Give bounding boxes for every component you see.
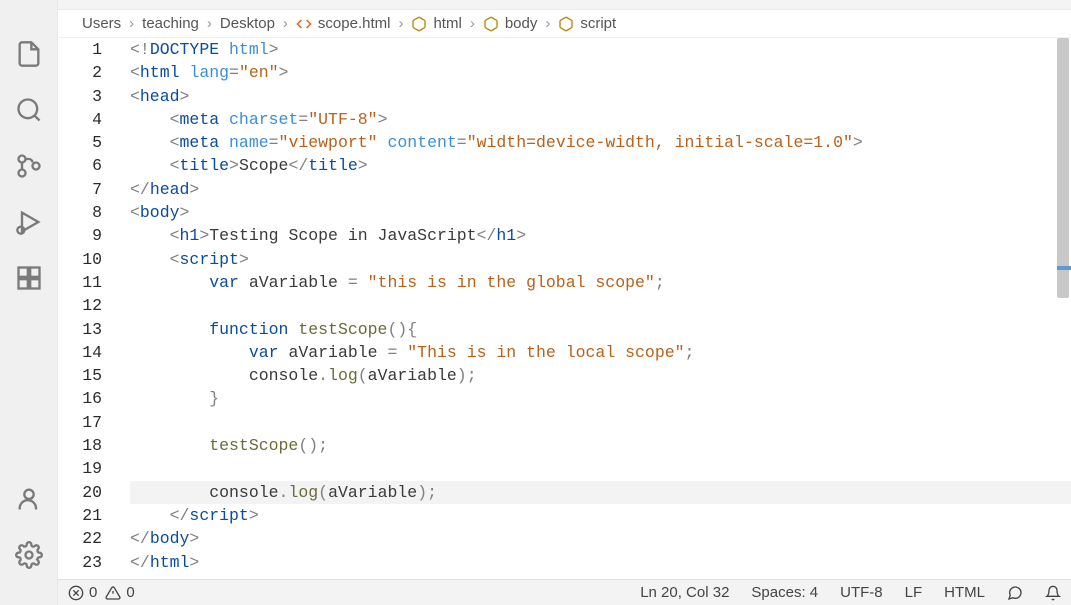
breadcrumb-separator: › <box>129 15 134 32</box>
source-control-icon[interactable] <box>15 152 43 180</box>
code-editor[interactable]: 1234567891011121314151617181920212223 <!… <box>58 38 1071 579</box>
breadcrumb-separator: › <box>283 15 288 32</box>
line-number: 14 <box>58 341 102 364</box>
settings-gear-icon[interactable] <box>15 541 43 569</box>
line-number: 1 <box>58 38 102 61</box>
bell-icon[interactable] <box>1045 585 1061 601</box>
errors-count: 0 <box>89 584 97 601</box>
code-line[interactable]: var aVariable = "this is in the global s… <box>130 271 1071 294</box>
line-number: 23 <box>58 551 102 574</box>
accounts-icon[interactable] <box>15 485 43 513</box>
line-number: 7 <box>58 178 102 201</box>
status-warnings[interactable]: 0 <box>105 584 134 601</box>
code-line[interactable]: </body> <box>130 527 1071 550</box>
line-number: 16 <box>58 387 102 410</box>
breadcrumb-separator: › <box>398 15 403 32</box>
code-line[interactable]: <title>Scope</title> <box>130 154 1071 177</box>
breadcrumb-item[interactable]: script <box>558 15 616 32</box>
breadcrumb-item[interactable]: Users <box>82 15 121 32</box>
status-errors[interactable]: 0 <box>68 584 97 601</box>
line-gutter: 1234567891011121314151617181920212223 <box>58 38 130 579</box>
code-line[interactable]: testScope(); <box>130 434 1071 457</box>
line-number: 19 <box>58 457 102 480</box>
breadcrumb-label: script <box>580 15 616 32</box>
status-language[interactable]: HTML <box>944 584 985 601</box>
line-number: 18 <box>58 434 102 457</box>
code-content[interactable]: <!DOCTYPE html><html lang="en"><head> <m… <box>130 38 1071 579</box>
line-number: 9 <box>58 224 102 247</box>
search-icon[interactable] <box>15 96 43 124</box>
line-number: 10 <box>58 248 102 271</box>
status-cursor[interactable]: Ln 20, Col 32 <box>640 584 729 601</box>
line-number: 15 <box>58 364 102 387</box>
extensions-icon[interactable] <box>15 264 43 292</box>
code-line[interactable] <box>130 411 1071 434</box>
vertical-scrollbar[interactable] <box>1057 38 1071 579</box>
status-eol[interactable]: LF <box>905 584 923 601</box>
breadcrumb-label: body <box>505 15 538 32</box>
run-debug-icon[interactable] <box>15 208 43 236</box>
breadcrumb-label: teaching <box>142 15 199 32</box>
breadcrumb-label: Users <box>82 15 121 32</box>
line-number: 11 <box>58 271 102 294</box>
activity-bar <box>0 0 58 605</box>
line-number: 17 <box>58 411 102 434</box>
breadcrumb-item[interactable]: html <box>411 15 461 32</box>
feedback-icon[interactable] <box>1007 585 1023 601</box>
breadcrumb-separator: › <box>470 15 475 32</box>
breadcrumb-item[interactable]: scope.html <box>296 15 391 32</box>
scrollbar-mark <box>1057 266 1071 270</box>
breadcrumb-label: html <box>433 15 461 32</box>
line-number: 5 <box>58 131 102 154</box>
line-number: 8 <box>58 201 102 224</box>
code-line[interactable]: console.log(aVariable); <box>130 364 1071 387</box>
breadcrumb[interactable]: Users › teaching › Desktop › scope.html › html › b… <box>58 10 1071 38</box>
line-number: 22 <box>58 527 102 550</box>
code-line[interactable]: </script> <box>130 504 1071 527</box>
editor-pane: Users › teaching › Desktop › scope.html › html › b… <box>58 0 1071 605</box>
status-indent[interactable]: Spaces: 4 <box>751 584 818 601</box>
line-number: 21 <box>58 504 102 527</box>
code-line[interactable]: <html lang="en"> <box>130 61 1071 84</box>
status-bar: 0 0 Ln 20, Col 32 Spaces: 4 UTF-8 LF HTM… <box>58 579 1071 605</box>
breadcrumb-separator: › <box>207 15 212 32</box>
code-line[interactable]: </html> <box>130 551 1071 574</box>
status-encoding[interactable]: UTF-8 <box>840 584 883 601</box>
breadcrumb-item[interactable]: Desktop <box>220 15 275 32</box>
breadcrumb-label: Desktop <box>220 15 275 32</box>
explorer-icon[interactable] <box>15 40 43 68</box>
scrollbar-thumb[interactable] <box>1057 38 1069 298</box>
line-number: 3 <box>58 85 102 108</box>
line-number: 6 <box>58 154 102 177</box>
breadcrumb-item[interactable]: teaching <box>142 15 199 32</box>
code-line[interactable]: <body> <box>130 201 1071 224</box>
code-line[interactable]: <head> <box>130 85 1071 108</box>
code-line[interactable]: <h1>Testing Scope in JavaScript</h1> <box>130 224 1071 247</box>
code-line[interactable]: console.log(aVariable); <box>130 481 1071 504</box>
line-number: 12 <box>58 294 102 317</box>
line-number: 20 <box>58 481 102 504</box>
code-line[interactable]: <script> <box>130 248 1071 271</box>
breadcrumb-item[interactable]: body <box>483 15 538 32</box>
code-line[interactable] <box>130 457 1071 480</box>
code-line[interactable] <box>130 294 1071 317</box>
breadcrumb-label: scope.html <box>318 15 391 32</box>
code-line[interactable]: } <box>130 387 1071 410</box>
code-line[interactable]: <meta name="viewport" content="width=dev… <box>130 131 1071 154</box>
code-line[interactable]: function testScope(){ <box>130 318 1071 341</box>
line-number: 4 <box>58 108 102 131</box>
code-line[interactable]: <!DOCTYPE html> <box>130 38 1071 61</box>
code-line[interactable]: <meta charset="UTF-8"> <box>130 108 1071 131</box>
warnings-count: 0 <box>126 584 134 601</box>
line-number: 13 <box>58 318 102 341</box>
code-line[interactable]: </head> <box>130 178 1071 201</box>
line-number: 2 <box>58 61 102 84</box>
breadcrumb-separator: › <box>545 15 550 32</box>
code-line[interactable]: var aVariable = "This is in the local sc… <box>130 341 1071 364</box>
tab-strip[interactable] <box>58 0 1071 10</box>
